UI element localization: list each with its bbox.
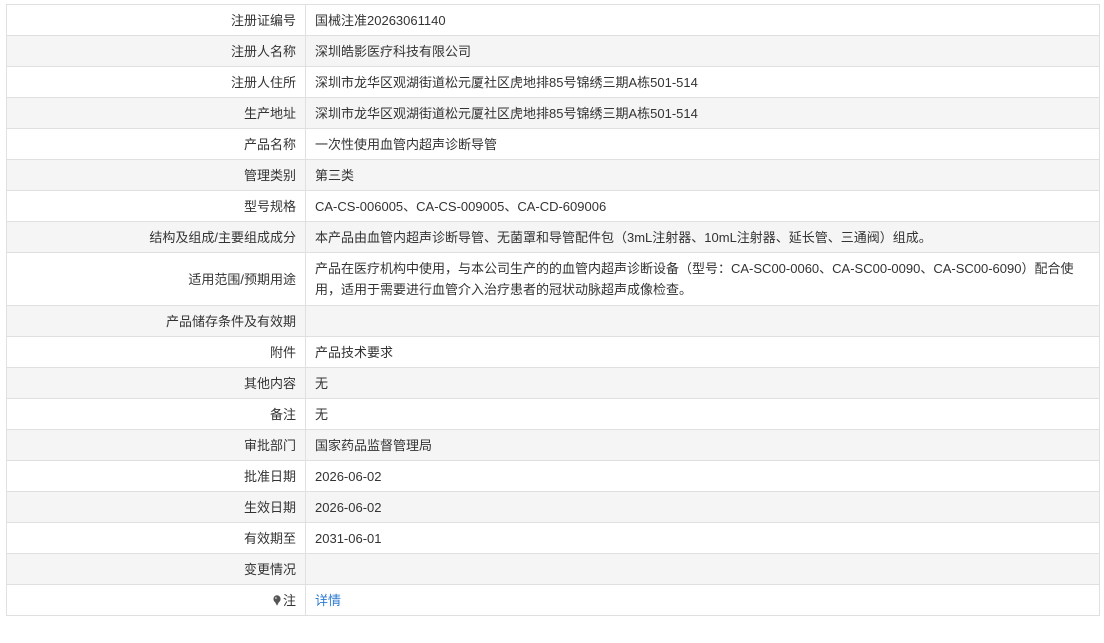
table-row: 产品名称 一次性使用血管内超声诊断导管 (6, 128, 1100, 160)
row-label: 附件 (6, 336, 306, 368)
row-label: 注册证编号 (6, 4, 306, 36)
row-label: 管理类别 (6, 159, 306, 191)
row-label: 适用范围/预期用途 (6, 252, 306, 306)
table-row: 批准日期 2026-06-02 (6, 460, 1100, 492)
table-row: 生效日期 2026-06-02 (6, 491, 1100, 523)
details-link[interactable]: 详情 (315, 593, 341, 608)
table-row: 注册人名称 深圳皓影医疗科技有限公司 (6, 35, 1100, 67)
row-value: CA-CS-006005、CA-CS-009005、CA-CD-609006 (305, 190, 1100, 222)
table-row: 变更情况 (6, 553, 1100, 585)
row-label: 注册人名称 (6, 35, 306, 67)
row-value: 第三类 (305, 159, 1100, 191)
row-label: 产品储存条件及有效期 (6, 305, 306, 337)
registration-detail-table: 注册证编号 国械注准20263061140 注册人名称 深圳皓影医疗科技有限公司… (6, 4, 1100, 616)
pin-icon (273, 591, 281, 606)
table-row: 备注 无 (6, 398, 1100, 430)
row-label: 注册人住所 (6, 66, 306, 98)
note-label: 注 (282, 592, 296, 608)
row-label: 生效日期 (6, 491, 306, 523)
table-row: 注册人住所 深圳市龙华区观湖街道松元厦社区虎地排85号锦绣三期A栋501-514 (6, 66, 1100, 98)
row-value: 2026-06-02 (305, 460, 1100, 492)
row-label: 有效期至 (6, 522, 306, 554)
table-row: 管理类别 第三类 (6, 159, 1100, 191)
row-value: 国械注准20263061140 (305, 4, 1100, 36)
table-row: 结构及组成/主要组成成分 本产品由血管内超声诊断导管、无菌罩和导管配件包（3mL… (6, 221, 1100, 253)
registration-detail: 注册证编号 国械注准20263061140 注册人名称 深圳皓影医疗科技有限公司… (6, 4, 1100, 616)
row-value: 产品在医疗机构中使用，与本公司生产的的血管内超声诊断设备（型号：CA-SC00-… (305, 252, 1100, 306)
row-label: 生产地址 (6, 97, 306, 129)
table-row: 生产地址 深圳市龙华区观湖街道松元厦社区虎地排85号锦绣三期A栋501-514 (6, 97, 1100, 129)
row-value: 深圳市龙华区观湖街道松元厦社区虎地排85号锦绣三期A栋501-514 (305, 97, 1100, 129)
row-value: 产品技术要求 (305, 336, 1100, 368)
row-value: 无 (305, 398, 1100, 430)
table-row: 适用范围/预期用途 产品在医疗机构中使用，与本公司生产的的血管内超声诊断设备（型… (6, 252, 1100, 306)
row-value: 深圳市龙华区观湖街道松元厦社区虎地排85号锦绣三期A栋501-514 (305, 66, 1100, 98)
row-value (305, 305, 1100, 337)
row-label: 产品名称 (6, 128, 306, 160)
row-value: 本产品由血管内超声诊断导管、无菌罩和导管配件包（3mL注射器、10mL注射器、延… (305, 221, 1100, 253)
row-label: 型号规格 (6, 190, 306, 222)
table-row: 注册证编号 国械注准20263061140 (6, 4, 1100, 36)
row-value: 一次性使用血管内超声诊断导管 (305, 128, 1100, 160)
table-row: 附件 产品技术要求 (6, 336, 1100, 368)
table-row: 审批部门 国家药品监督管理局 (6, 429, 1100, 461)
table-row: 其他内容 无 (6, 367, 1100, 399)
table-row: 有效期至 2031-06-01 (6, 522, 1100, 554)
row-label: 批准日期 (6, 460, 306, 492)
table-row: 型号规格 CA-CS-006005、CA-CS-009005、CA-CD-609… (6, 190, 1100, 222)
row-value: 2026-06-02 (305, 491, 1100, 523)
note-value-cell: 详情 (305, 584, 1100, 616)
note-label-cell: 注 (6, 584, 306, 616)
row-value: 2031-06-01 (305, 522, 1100, 554)
table-row: 产品储存条件及有效期 (6, 305, 1100, 337)
row-label: 审批部门 (6, 429, 306, 461)
row-label: 其他内容 (6, 367, 306, 399)
row-value: 国家药品监督管理局 (305, 429, 1100, 461)
row-label: 备注 (6, 398, 306, 430)
row-value: 无 (305, 367, 1100, 399)
row-label: 结构及组成/主要组成成分 (6, 221, 306, 253)
row-value: 深圳皓影医疗科技有限公司 (305, 35, 1100, 67)
note-row: 注 详情 (6, 584, 1100, 616)
row-value (305, 553, 1100, 585)
row-label: 变更情况 (6, 553, 306, 585)
